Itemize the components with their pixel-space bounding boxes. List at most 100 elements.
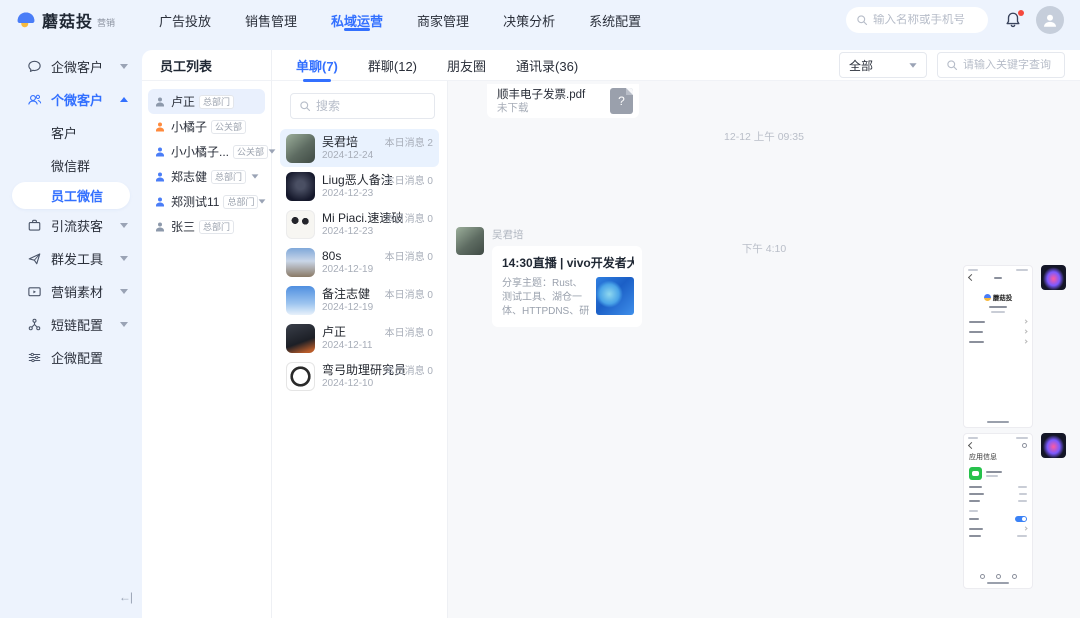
- own-avatar[interactable]: [1041, 433, 1066, 458]
- sidebar-subitem-employee-wechat[interactable]: 员工微信: [12, 182, 130, 209]
- message-timestamp: 下午 4:10: [448, 241, 1080, 256]
- global-search: [846, 7, 988, 33]
- phone-screen-title: 应用信息: [964, 448, 1032, 462]
- sidebar-item-personal-wechat[interactable]: 个微客户: [0, 83, 142, 116]
- logo-text: 蘑菇投: [42, 8, 93, 32]
- conversation-search-input[interactable]: [316, 99, 426, 113]
- info-icon: [1022, 443, 1027, 448]
- file-message-card[interactable]: 顺丰电子发票.pdf 未下载 ?: [487, 84, 639, 118]
- global-search-input[interactable]: [873, 14, 983, 26]
- text-line-placeholder: [969, 493, 984, 495]
- chevron-down-icon[interactable]: [259, 199, 266, 203]
- conversation-date: 2024-12-11: [322, 339, 372, 352]
- chevron-down-icon[interactable]: [269, 149, 276, 153]
- employee-row[interactable]: 卢正 总部门: [148, 89, 265, 114]
- conversation-date: 2024-12-19: [322, 263, 373, 276]
- image-message-phone-screenshot[interactable]: 应用信息: [963, 433, 1033, 589]
- tab-moments[interactable]: 朋友圈: [447, 50, 486, 81]
- sidebar-collapse-icon[interactable]: ←|: [119, 590, 132, 604]
- image-message-phone-screenshot[interactable]: 蘑菇投: [963, 265, 1033, 428]
- conversation-row[interactable]: 卢正2024-12-11 本日消息 0: [280, 319, 439, 357]
- employee-name: 张三: [171, 218, 195, 235]
- tab-single-chat[interactable]: 单聊(7): [296, 50, 338, 81]
- person-icon: [154, 196, 166, 208]
- employee-panel: 员工列表 卢正 总部门 小橘子 公关部 小小橘子... 公关部: [142, 50, 272, 618]
- search-icon: [946, 59, 958, 71]
- link-message-card[interactable]: 14:30直播 | vivo开发者大会-互... 分享主题：Rust、测试工具、…: [492, 246, 642, 327]
- avatar: [286, 210, 315, 239]
- employee-row[interactable]: 小小橘子... 公关部: [148, 139, 265, 164]
- tab-group-chat[interactable]: 群聊(12): [368, 50, 417, 81]
- keyword-search-input[interactable]: [963, 59, 1063, 71]
- user-avatar[interactable]: [1036, 6, 1064, 34]
- department-tag: 总部门: [199, 220, 234, 234]
- employee-row[interactable]: 郑志健 总部门: [148, 164, 265, 189]
- nav-item-private-domain[interactable]: 私域运营: [314, 0, 400, 40]
- media-folder-icon: [27, 284, 42, 299]
- today-message-count: 本日消息 0: [385, 210, 433, 225]
- employee-list: 卢正 总部门 小橘子 公关部 小小橘子... 公关部 郑志健 总: [142, 81, 271, 239]
- sidebar-item-mass-send-tools[interactable]: 群发工具: [0, 242, 142, 275]
- chevron-down-icon[interactable]: [252, 174, 259, 178]
- phone-action-icon: [996, 574, 1001, 579]
- own-avatar[interactable]: [1041, 265, 1066, 290]
- conversation-row[interactable]: 80s2024-12-19 本日消息 0: [280, 243, 439, 281]
- employee-row[interactable]: 小橘子 公关部: [148, 114, 265, 139]
- chevron-up-icon[interactable]: [120, 97, 128, 102]
- nav-item-system[interactable]: 系统配置: [572, 0, 658, 40]
- sidebar-item-marketing-materials[interactable]: 营销素材: [0, 275, 142, 308]
- sidebar-item-lead-acquisition[interactable]: 引流获客: [0, 209, 142, 242]
- notification-bell-icon[interactable]: [1004, 11, 1022, 29]
- chevron-down-icon[interactable]: [120, 289, 128, 294]
- conversation-row[interactable]: 备注志健2024-12-19 本日消息 0: [280, 281, 439, 319]
- nav-item-decision[interactable]: 决策分析: [486, 0, 572, 40]
- chat-header: 单聊(7) 群聊(12) 朋友圈 通讯录(36) 全部: [272, 50, 1080, 81]
- chevron-right-icon: [1023, 319, 1027, 323]
- conversation-name: Liug恶人备注: [322, 173, 393, 187]
- conversation-date: 2024-12-19: [322, 301, 373, 314]
- filter-value: 全部: [849, 57, 909, 74]
- sidebar-item-label: 企微配置: [51, 348, 103, 367]
- conversation-row[interactable]: Mi Piaci.速速破2024-12-23 本日消息 0: [280, 205, 439, 243]
- avatar: [286, 172, 315, 201]
- text-line-placeholder: [1016, 269, 1028, 271]
- text-line-placeholder: [991, 311, 1005, 313]
- conversation-row[interactable]: 弯弓助理研究员2024-12-10 本日消息 0: [280, 357, 439, 395]
- tab-contacts[interactable]: 通讯录(36): [516, 50, 578, 81]
- conversation-row[interactable]: 吴君培2024-12-24 本日消息 2: [280, 129, 439, 167]
- conversation-list: 吴君培2024-12-24 本日消息 2 Liug恶人备注2024-12-23 …: [272, 125, 447, 395]
- conversation-date: 2024-12-23: [322, 225, 403, 238]
- employee-row[interactable]: 郑测试11 总部门: [148, 189, 265, 214]
- file-type-icon: ?: [610, 88, 633, 114]
- nav-item-merchant[interactable]: 商家管理: [400, 0, 486, 40]
- sidebar-subitem-wechat-groups[interactable]: 微信群: [0, 149, 142, 182]
- chevron-down-icon[interactable]: [120, 223, 128, 228]
- nav-item-ad[interactable]: 广告投放: [142, 0, 228, 40]
- sidebar-subitem-customers[interactable]: 客户: [0, 116, 142, 149]
- wechat-app-icon: [969, 467, 982, 480]
- conversation-row[interactable]: Liug恶人备注2024-12-23 本日消息 0: [280, 167, 439, 205]
- sidebar: 企微客户 个微客户 客户 微信群 员工微信 引流获客 群发工具 营销素材 短: [0, 40, 142, 618]
- sidebar-item-shortlink-config[interactable]: 短链配置: [0, 308, 142, 341]
- text-line-placeholder: [1017, 535, 1027, 537]
- file-status: 未下载: [497, 102, 610, 115]
- chevron-down-icon[interactable]: [120, 322, 128, 327]
- home-indicator: [987, 421, 1009, 423]
- sidebar-item-label: 群发工具: [51, 249, 103, 268]
- text-line-placeholder: [986, 471, 1002, 473]
- employee-name: 郑测试11: [171, 193, 219, 210]
- chevron-down-icon[interactable]: [120, 64, 128, 69]
- sidebar-item-wecom-customers[interactable]: 企微客户: [0, 50, 142, 83]
- today-message-count: 本日消息 0: [385, 362, 433, 377]
- back-arrow-icon: [968, 274, 975, 281]
- message-timestamp: 12-12 上午 09:35: [448, 129, 1080, 144]
- sidebar-item-wecom-config[interactable]: 企微配置: [0, 341, 142, 374]
- today-message-count: 本日消息 0: [385, 248, 433, 263]
- chevron-down-icon[interactable]: [120, 256, 128, 261]
- nav-item-sales[interactable]: 销售管理: [228, 0, 314, 40]
- text-line-placeholder: [1018, 486, 1027, 488]
- employee-row[interactable]: 张三 总部门: [148, 214, 265, 239]
- conversation-name: 备注志健: [322, 287, 373, 301]
- avatar: [286, 324, 315, 353]
- filter-dropdown[interactable]: 全部: [839, 52, 927, 78]
